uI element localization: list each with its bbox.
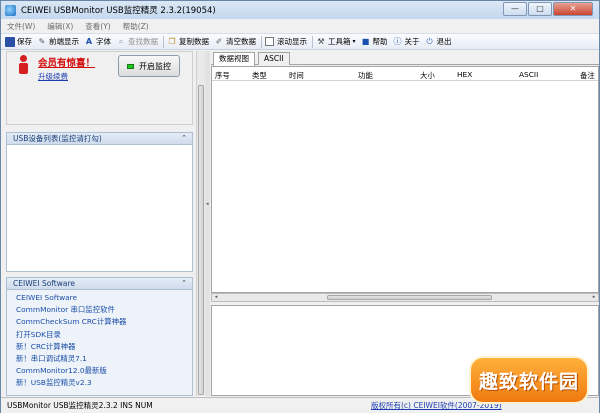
software-link[interactable]: 新！串口调试精灵7.1 bbox=[16, 353, 192, 365]
floppy-disk-icon bbox=[5, 36, 15, 47]
left-panel: 会员有惊喜！ 升级续费 开启监控 USB设备列表(监控请打勾) ⌃ CEIWEI… bbox=[6, 51, 193, 396]
software-panel-title: CEIWEI Software bbox=[13, 279, 75, 288]
upgrade-link[interactable]: 升级续费 bbox=[38, 71, 68, 82]
column-header-ascii[interactable]: ASCII bbox=[519, 70, 538, 79]
collapse-icon[interactable]: ⌃ bbox=[181, 279, 187, 287]
software-link[interactable]: CEIWEI Software bbox=[16, 292, 192, 304]
start-monitor-button[interactable]: 开启监控 bbox=[118, 55, 180, 77]
software-link[interactable]: 新！USB监控精灵v2.3 bbox=[16, 377, 192, 389]
close-button[interactable]: ✕ bbox=[553, 2, 593, 16]
column-header-size[interactable]: 大小 bbox=[420, 70, 435, 81]
front-display-label: 前端显示 bbox=[49, 37, 79, 46]
help-book-icon: ■ bbox=[361, 36, 370, 46]
pane-splitter[interactable]: ◂ bbox=[205, 51, 210, 396]
horizontal-scrollbar-thumb[interactable] bbox=[327, 295, 492, 300]
software-panel-header[interactable]: CEIWEI Software ⌃ bbox=[6, 277, 193, 290]
software-link-list: CEIWEI Software CommMonitor 串口监控软件 CommC… bbox=[6, 290, 193, 396]
usb-device-list[interactable] bbox=[6, 145, 193, 272]
menu-edit[interactable]: 编辑(X) bbox=[47, 21, 73, 32]
tab-ascii[interactable]: ASCII bbox=[258, 52, 290, 65]
exit-icon: ⏻ bbox=[426, 36, 433, 46]
status-text: USBMonitor USB监控精灵2.3.2 INS NUM bbox=[7, 401, 153, 410]
data-grid[interactable]: 序号 类型 时间 功能 大小 HEX ASCII 备注 bbox=[211, 66, 599, 293]
clear-label: 清空数据 bbox=[226, 37, 256, 46]
pin-icon: ✎ bbox=[38, 36, 46, 46]
app-window: CEIWEI USBMonitor USB监控精灵 2.3.2(19054) —… bbox=[0, 0, 600, 413]
menu-bar: 文件(W) 编辑(X) 查看(Y) 帮助(Z) bbox=[1, 19, 599, 33]
save-label: 保存 bbox=[17, 37, 32, 46]
toolbar-separator bbox=[312, 35, 313, 48]
tools-label: 工具箱 bbox=[328, 37, 351, 46]
find-label: 查找数据 bbox=[128, 37, 158, 46]
front-display-button[interactable]: ✎ 前端显示 bbox=[37, 36, 79, 47]
column-header-time[interactable]: 时间 bbox=[289, 70, 304, 81]
tools-dropdown[interactable]: ⚒ 工具箱 ▾ bbox=[316, 36, 356, 47]
scroll-display-toggle[interactable]: 滚动显示 bbox=[265, 36, 307, 47]
search-icon: ⌕ bbox=[118, 36, 124, 46]
app-icon bbox=[5, 4, 16, 16]
menu-file[interactable]: 文件(W) bbox=[7, 21, 35, 32]
column-header-type[interactable]: 类型 bbox=[252, 70, 267, 81]
exit-button[interactable]: ⏻ 退出 bbox=[425, 36, 452, 47]
about-label: 关于 bbox=[404, 37, 420, 46]
font-button[interactable]: A 字体 bbox=[84, 36, 111, 47]
software-link[interactable]: CommCheckSum CRC计算神器 bbox=[16, 316, 192, 328]
column-header-function[interactable]: 功能 bbox=[358, 70, 373, 81]
window-title: CEIWEI USBMonitor USB监控精灵 2.3.2(19054) bbox=[21, 6, 216, 16]
scrollbar-thumb[interactable] bbox=[198, 85, 204, 395]
watermark-logo: 趣致软件园 bbox=[469, 356, 589, 404]
about-button[interactable]: ⓘ 关于 bbox=[393, 36, 420, 47]
help-button[interactable]: ■ 帮助 bbox=[361, 36, 388, 47]
column-header-hex[interactable]: HEX bbox=[457, 70, 472, 79]
usb-device-list-header[interactable]: USB设备列表(监控请打勾) ⌃ bbox=[6, 132, 193, 145]
column-header-note[interactable]: 备注 bbox=[580, 70, 595, 81]
software-link[interactable]: CommMonitor12.0最新版 bbox=[16, 365, 192, 377]
toolbar: 保存 ✎ 前端显示 A 字体 ⌕ 查找数据 ❐ 复制数据 ✐ 清空数据 滚动显示 bbox=[1, 33, 599, 50]
toolbar-separator bbox=[163, 35, 164, 48]
copy-label: 复制数据 bbox=[179, 37, 209, 46]
font-label: 字体 bbox=[96, 37, 111, 46]
clear-button[interactable]: ✐ 清空数据 bbox=[214, 36, 256, 47]
title-bar[interactable]: CEIWEI USBMonitor USB监控精灵 2.3.2(19054) —… bbox=[1, 1, 599, 19]
horizontal-scrollbar[interactable]: ◂ ▸ bbox=[211, 293, 599, 302]
maximize-button[interactable]: □ bbox=[528, 2, 552, 16]
left-scrollbar[interactable] bbox=[196, 51, 205, 396]
start-monitor-label: 开启监控 bbox=[139, 61, 171, 71]
help-label: 帮助 bbox=[372, 37, 388, 46]
software-link[interactable]: CommMonitor 串口监控软件 bbox=[16, 304, 192, 316]
chevron-down-icon: ▾ bbox=[352, 38, 356, 45]
promo-panel: 会员有惊喜！ 升级续费 开启监控 bbox=[6, 51, 193, 125]
info-icon: ⓘ bbox=[393, 36, 402, 46]
exit-label: 退出 bbox=[436, 37, 452, 46]
status-led-icon bbox=[127, 63, 134, 69]
tools-icon: ⚒ bbox=[317, 36, 325, 46]
tab-data-view[interactable]: 数据视图 bbox=[213, 52, 255, 66]
toolbar-separator bbox=[261, 35, 262, 48]
splitter-grip-icon: ◂ bbox=[206, 201, 209, 207]
copy-button[interactable]: ❐ 复制数据 bbox=[167, 36, 209, 47]
save-button[interactable]: 保存 bbox=[5, 36, 32, 47]
scroll-right-icon[interactable]: ▸ bbox=[590, 294, 598, 301]
software-link[interactable]: 打开SDK目录 bbox=[16, 329, 192, 341]
minimize-button[interactable]: — bbox=[503, 2, 527, 16]
eraser-icon: ✐ bbox=[215, 36, 223, 46]
scroll-display-label: 滚动显示 bbox=[277, 37, 307, 46]
window-controls: — □ ✕ bbox=[502, 2, 593, 16]
find-button[interactable]: ⌕ 查找数据 bbox=[116, 36, 158, 47]
promo-title[interactable]: 会员有惊喜！ bbox=[38, 55, 95, 69]
view-tabs: 数据视图 ASCII bbox=[211, 51, 599, 66]
font-icon: A bbox=[85, 36, 93, 46]
column-header-index[interactable]: 序号 bbox=[215, 70, 230, 81]
menu-help[interactable]: 帮助(Z) bbox=[123, 21, 149, 32]
usb-device-list-title: USB设备列表(监控请打勾) bbox=[13, 134, 102, 143]
collapse-icon[interactable]: ⌃ bbox=[181, 134, 187, 142]
scroll-left-icon[interactable]: ◂ bbox=[212, 294, 220, 301]
member-icon bbox=[19, 55, 28, 77]
menu-view[interactable]: 查看(Y) bbox=[85, 21, 110, 32]
watermark-text: 趣致软件园 bbox=[478, 370, 579, 393]
software-link[interactable]: 新！CRC计算神器 bbox=[16, 341, 192, 353]
grid-header: 序号 类型 时间 功能 大小 HEX ASCII 备注 bbox=[212, 67, 598, 81]
scroll-display-checkbox[interactable] bbox=[265, 37, 274, 46]
copy-icon: ❐ bbox=[168, 36, 176, 46]
